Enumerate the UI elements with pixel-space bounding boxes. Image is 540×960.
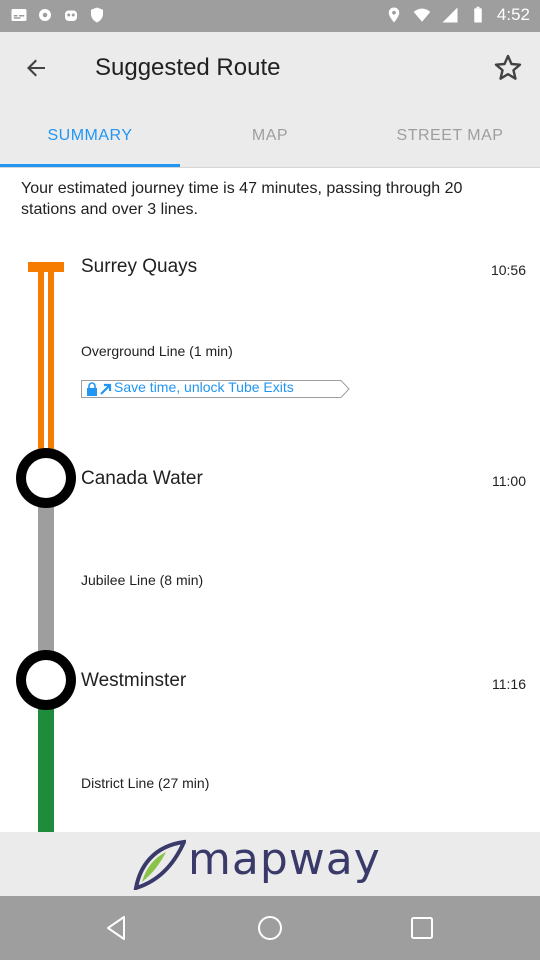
route-list: Surrey Quays 10:56 Overground Line (1 mi… [0, 240, 540, 832]
station-name-surrey-quays[interactable]: Surrey Quays [81, 256, 197, 278]
status-notification-icons [10, 6, 106, 24]
leg-overground-label: Overground Line (1 min) [81, 343, 233, 359]
station-node [16, 650, 76, 710]
arrow-up-right-icon [100, 383, 112, 395]
status-time: 4:52 [496, 5, 530, 24]
lock-icon [87, 382, 97, 396]
status-system-icons: 4:52 [385, 5, 530, 25]
shield-icon [91, 7, 103, 23]
overground-line-cap [28, 262, 64, 272]
station-node [16, 448, 76, 508]
signal-icon [442, 7, 458, 23]
home-circle-icon[interactable] [254, 912, 286, 944]
station-name-canada-water[interactable]: Canada Water [81, 468, 203, 490]
tab-street-map[interactable]: STREET MAP [360, 104, 540, 168]
tab-bar: SUMMARY MAP STREET MAP [0, 104, 540, 168]
robot-icon [65, 10, 77, 21]
wifi-icon [413, 8, 431, 22]
recents-square-icon[interactable] [406, 912, 438, 944]
status-bar: 4:52 [0, 0, 540, 32]
settings-icon [39, 9, 51, 21]
station-time: 11:00 [492, 473, 526, 489]
mapway-logo-icon [133, 839, 186, 890]
tab-map[interactable]: MAP [180, 104, 360, 168]
leg-jubilee-label: Jubilee Line (8 min) [81, 572, 204, 588]
system-nav-bar [0, 896, 540, 960]
subtitles-icon [11, 9, 27, 21]
mapway-logo-text: mapway [188, 834, 381, 885]
tube-exits-promo-link[interactable]: Save time, unlock Tube Exits [81, 379, 351, 398]
station-name-westminster[interactable]: Westminster [81, 670, 186, 692]
arrow-back-icon[interactable] [18, 50, 54, 86]
active-tab-indicator [0, 164, 180, 167]
promo-text: Save time, unlock Tube Exits [114, 379, 294, 395]
battery-icon [474, 6, 482, 23]
app-bar: Suggested Route [0, 32, 540, 104]
location-icon [388, 7, 400, 23]
station-time: 10:56 [490, 262, 526, 278]
leg-district-label: District Line (27 min) [81, 775, 210, 791]
mapway-banner[interactable]: mapway [0, 832, 540, 896]
tab-summary[interactable]: SUMMARY [0, 104, 180, 168]
star-outline-icon[interactable] [492, 52, 524, 84]
journey-summary: Your estimated journey time is 47 minute… [21, 180, 463, 218]
back-triangle-icon[interactable] [102, 912, 134, 944]
station-time: 11:16 [492, 676, 526, 692]
page-title: Suggested Route [95, 54, 281, 81]
